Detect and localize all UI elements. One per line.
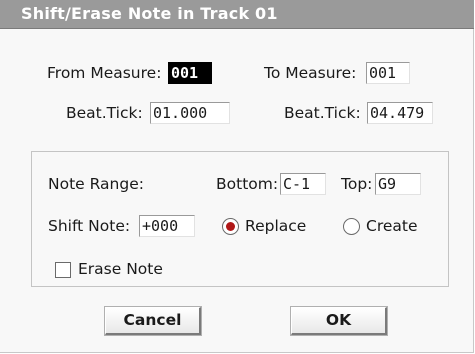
title-bar: Shift/Erase Note in Track 01 (0, 0, 474, 29)
from-beat-tick-field[interactable]: 01.000 (150, 102, 230, 124)
from-measure-label: From Measure: (47, 64, 162, 82)
cancel-button[interactable]: Cancel (104, 306, 202, 336)
to-measure-label: To Measure: (264, 64, 357, 82)
shift-note-label: Shift Note: (48, 217, 131, 235)
bottom-note-field[interactable]: C-1 (280, 173, 326, 195)
to-measure-field[interactable]: 001 (366, 62, 410, 84)
to-beat-tick-field[interactable]: 04.479 (367, 102, 433, 124)
create-radio[interactable] (343, 218, 360, 235)
shift-erase-note-dialog: Shift/Erase Note in Track 01 From Measur… (0, 0, 474, 353)
top-label: Top: (341, 175, 373, 193)
bottom-label: Bottom: (216, 175, 279, 193)
dialog-title: Shift/Erase Note in Track 01 (21, 4, 278, 23)
replace-label[interactable]: Replace (245, 217, 306, 235)
replace-radio[interactable] (222, 218, 239, 235)
create-label[interactable]: Create (366, 217, 418, 235)
erase-note-checkbox[interactable] (55, 262, 71, 278)
note-range-label: Note Range: (48, 175, 144, 193)
radio-selected-dot (226, 222, 235, 231)
erase-note-label[interactable]: Erase Note (78, 260, 163, 278)
top-note-field[interactable]: G9 (375, 173, 421, 195)
shift-note-field[interactable]: +000 (139, 215, 195, 237)
from-measure-field[interactable]: 001 (168, 62, 212, 84)
ok-button[interactable]: OK (290, 306, 388, 336)
to-beat-tick-label: Beat.Tick: (284, 104, 361, 122)
from-beat-tick-label: Beat.Tick: (66, 104, 143, 122)
